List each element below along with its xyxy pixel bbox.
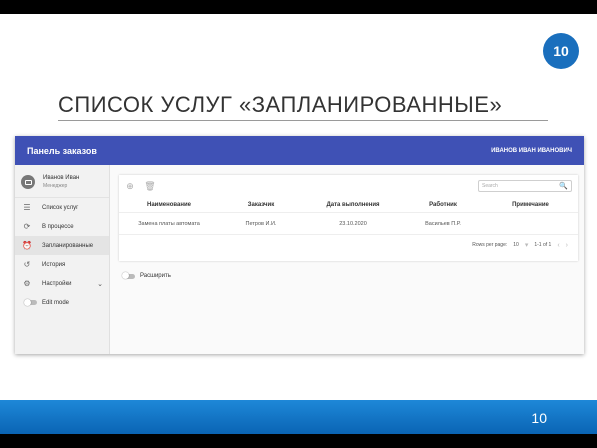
delete-icon[interactable]: 🗑	[144, 181, 155, 191]
sidebar-item-label: Настройки	[42, 280, 72, 287]
gear-icon: ⚙	[23, 279, 31, 288]
cell-customer: Петров И.И.	[245, 220, 277, 227]
app-header: Панель заказов ИВАНОВ ИВАН ИВАНОВИЧ	[15, 136, 584, 165]
alarm-icon: ⏰	[22, 241, 32, 250]
orders-table-card: ⊕ 🗑 Search 🔍 Наименование Заказчик Дата …	[119, 175, 578, 261]
slide-number-badge: 10	[543, 33, 579, 69]
header-user-name[interactable]: ИВАНОВ ИВАН ИВАНОВИЧ	[491, 148, 572, 154]
column-header-customer[interactable]: Заказчик	[219, 202, 303, 208]
pagination: Rows per page: 10 ▾ 1-1 of 1 ‹ ›	[119, 235, 578, 255]
history-icon: ↺	[23, 260, 31, 269]
next-page-icon[interactable]: ›	[566, 242, 568, 249]
edit-mode-toggle[interactable]	[24, 298, 37, 306]
profile-role: Менеджер	[43, 183, 68, 189]
dropdown-arrow-icon[interactable]: ▾	[525, 241, 529, 249]
table-header-row: Наименование Заказчик Дата выполнения Ра…	[119, 197, 578, 213]
search-icon[interactable]: 🔍	[559, 182, 568, 190]
sidebar-item-settings[interactable]: ⚙ Настройки ⌄	[15, 274, 109, 293]
column-header-date[interactable]: Дата выполнения	[303, 202, 403, 208]
title-underline	[58, 120, 548, 121]
search-input[interactable]: Search 🔍	[478, 180, 572, 192]
sidebar-item-scheduled[interactable]: ⏰ Запланированные	[15, 236, 109, 255]
prev-page-icon[interactable]: ‹	[557, 242, 559, 249]
page-range: 1-1 of 1	[534, 242, 552, 248]
footer-blue-bar	[0, 400, 597, 434]
list-icon: ☰	[23, 203, 31, 212]
profile-name: Иванов Иван	[43, 175, 80, 181]
avatar-icon	[21, 175, 35, 189]
expand-toggle[interactable]	[122, 272, 135, 279]
rows-per-page-label: Rows per page:	[472, 242, 508, 248]
rows-per-page-select[interactable]: 10	[513, 242, 519, 248]
sidebar-item-label: Список услуг	[42, 204, 79, 211]
app-window: Панель заказов ИВАНОВ ИВАН ИВАНОВИЧ Иван…	[15, 136, 584, 354]
table-toolbar: ⊕ 🗑 Search 🔍	[119, 175, 578, 197]
add-icon[interactable]: ⊕	[125, 181, 135, 191]
column-header-name[interactable]: Наименование	[119, 202, 219, 208]
slide-title: СПИСОК УСЛУГ «ЗАПЛАНИРОВАННЫЕ»	[58, 92, 503, 117]
sidebar-item-in-progress[interactable]: ⟳ В процессе	[15, 217, 109, 236]
bottom-black-bar	[0, 434, 597, 448]
top-black-bar	[0, 0, 597, 14]
sidebar-item-label: История	[42, 261, 66, 268]
column-header-note[interactable]: Примечание	[483, 202, 578, 208]
sidebar-item-label: Запланированные	[42, 242, 94, 249]
sidebar-item-history[interactable]: ↺ История	[15, 255, 109, 274]
app-title: Панель заказов	[27, 145, 97, 156]
sync-icon: ⟳	[23, 222, 31, 231]
chevron-down-icon: ⌄	[97, 280, 103, 288]
expand-label: Расширить	[140, 273, 171, 279]
table-row[interactable]: Замена платы автомата Петров И.И. 23.10.…	[119, 213, 578, 235]
user-profile: Иванов Иван Менеджер	[15, 165, 109, 198]
expand-row: Расширить	[122, 272, 171, 279]
edit-mode-label: Edit mode	[42, 299, 70, 306]
sidebar-item-services-list[interactable]: ☰ Список услуг	[15, 198, 109, 217]
footer-page-number: 10	[531, 410, 547, 426]
cell-worker: Васильев П.Р.	[425, 220, 461, 227]
sidebar: Иванов Иван Менеджер ☰ Список услуг ⟳ В …	[15, 165, 110, 354]
column-header-worker[interactable]: Работник	[403, 202, 483, 208]
cell-name: Замена платы автомата	[138, 220, 200, 227]
edit-mode-row: Edit mode	[15, 293, 109, 312]
search-placeholder: Search	[482, 183, 498, 189]
cell-date: 23.10.2020	[339, 220, 367, 227]
sidebar-item-label: В процессе	[42, 223, 74, 230]
